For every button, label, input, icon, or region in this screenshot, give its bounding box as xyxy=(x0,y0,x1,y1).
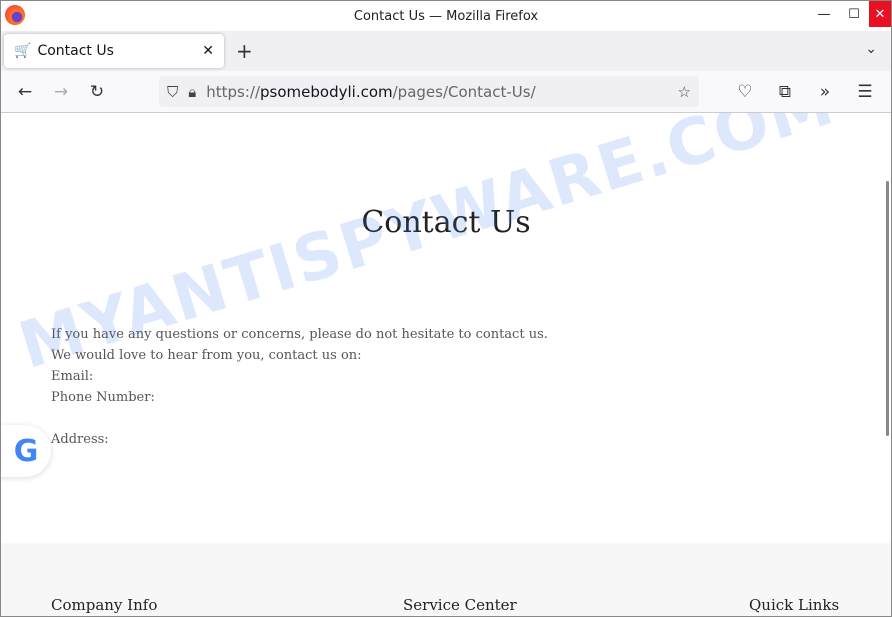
more-tools-icon[interactable]: » xyxy=(807,82,843,102)
google-icon: G xyxy=(13,433,39,469)
lock-icon[interactable]: 🔒︎ xyxy=(188,83,196,101)
minimize-button[interactable]: — xyxy=(809,1,839,27)
new-tab-button[interactable]: + xyxy=(236,39,253,63)
page-title: Contact Us xyxy=(361,205,531,240)
extensions-icon[interactable]: ⧉ xyxy=(767,82,803,102)
url-domain: psomebodyli.com xyxy=(260,82,393,101)
forward-button[interactable]: → xyxy=(43,82,79,102)
footer: Company Info Service Center Quick Links xyxy=(1,543,891,616)
window-title: Contact Us — Mozilla Firefox xyxy=(353,8,539,24)
tab-bar: 🛒 Contact Us ✕ + ⌄ xyxy=(1,31,891,71)
firefox-logo-icon xyxy=(5,5,25,25)
title-bar: Contact Us — Mozilla Firefox — ☐ ✕ xyxy=(1,1,891,31)
email-label: Email: xyxy=(51,369,94,384)
list-tabs-chevron-down-icon[interactable]: ⌄ xyxy=(865,41,877,57)
bookmark-star-icon[interactable]: ☆ xyxy=(678,83,691,101)
footer-heading-company-info: Company Info xyxy=(51,596,158,614)
tab-contact-us[interactable]: 🛒 Contact Us ✕ xyxy=(4,34,224,68)
scrollbar[interactable] xyxy=(886,181,889,436)
address-label: Address: xyxy=(51,432,109,447)
close-tab-icon[interactable]: ✕ xyxy=(202,43,214,59)
intro-line: If you have any questions or concerns, p… xyxy=(51,327,548,342)
footer-heading-quick-links: Quick Links xyxy=(749,596,840,614)
contact-text: If you have any questions or concerns, p… xyxy=(51,324,548,450)
page-content: Contact Us If you have any questions or … xyxy=(1,113,891,616)
close-window-button[interactable]: ✕ xyxy=(869,1,891,27)
url-scheme: https:// xyxy=(206,82,261,101)
menu-icon[interactable]: ☰ xyxy=(847,82,883,102)
url-bar[interactable]: ⛉ 🔒︎ https://psomebodyli.com/pages/Conta… xyxy=(159,76,699,107)
footer-heading-service-center: Service Center xyxy=(403,596,517,614)
phone-label: Phone Number: xyxy=(51,390,155,405)
reload-button[interactable]: ↻ xyxy=(79,82,115,102)
back-button[interactable]: ← xyxy=(7,82,43,102)
contact-line: We would love to hear from you, contact … xyxy=(51,348,362,363)
pocket-icon[interactable]: ♡ xyxy=(727,82,763,102)
shield-icon[interactable]: ⛉ xyxy=(167,83,178,101)
tab-label: Contact Us xyxy=(37,43,114,59)
google-reviews-badge[interactable]: G xyxy=(1,425,51,477)
maximize-button[interactable]: ☐ xyxy=(839,1,869,27)
cart-icon: 🛒 xyxy=(14,43,32,59)
nav-bar: ← → ↻ ⛉ 🔒︎ https://psomebodyli.com/pages… xyxy=(1,71,891,113)
url-path: /pages/Contact-Us/ xyxy=(392,82,536,101)
